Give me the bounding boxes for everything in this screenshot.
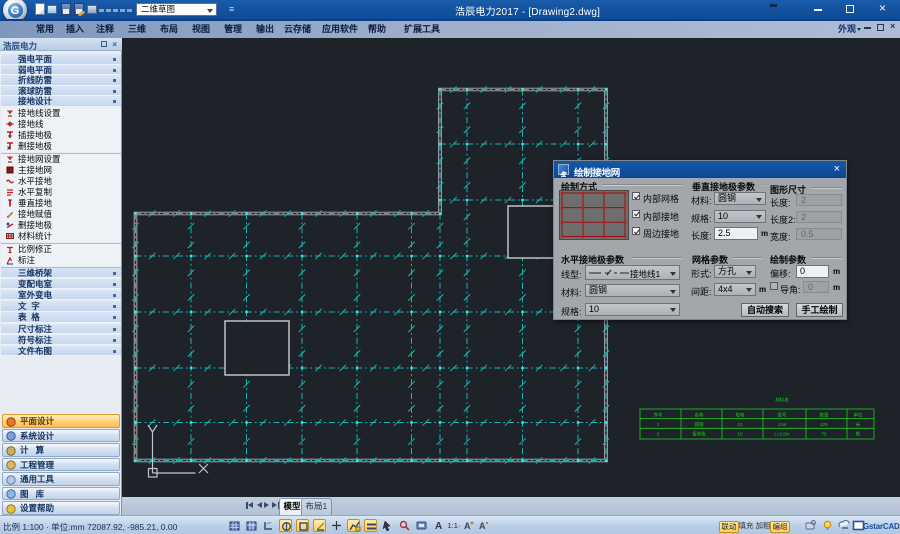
svg-text:1: 1: [657, 422, 660, 427]
svg-text:材料表: 材料表: [775, 397, 789, 404]
svg-text:名称: 名称: [695, 412, 704, 419]
svg-text:A: A: [464, 521, 471, 531]
svg-text:A: A: [479, 521, 486, 531]
svg-text:单位: 单位: [854, 412, 863, 419]
svg-text:序号: 序号: [654, 412, 663, 419]
svg-text:接地极: 接地极: [692, 431, 706, 438]
svg-text:425: 425: [820, 422, 828, 427]
svg-text:米: 米: [856, 421, 861, 428]
svg-text:数量: 数量: [820, 412, 829, 419]
svg-text:A: A: [435, 521, 442, 532]
svg-text:圆钢: 圆钢: [695, 421, 704, 428]
svg-text:12m: 12m: [778, 422, 787, 427]
svg-text:10: 10: [737, 422, 743, 427]
svg-text:L=2.5m: L=2.5m: [774, 432, 789, 437]
svg-text:根: 根: [856, 431, 861, 438]
svg-text:规格: 规格: [736, 412, 745, 419]
svg-text:型号: 型号: [778, 412, 787, 419]
svg-text:2: 2: [657, 432, 660, 437]
svg-text:75: 75: [821, 432, 827, 437]
svg-text:10: 10: [737, 432, 743, 437]
